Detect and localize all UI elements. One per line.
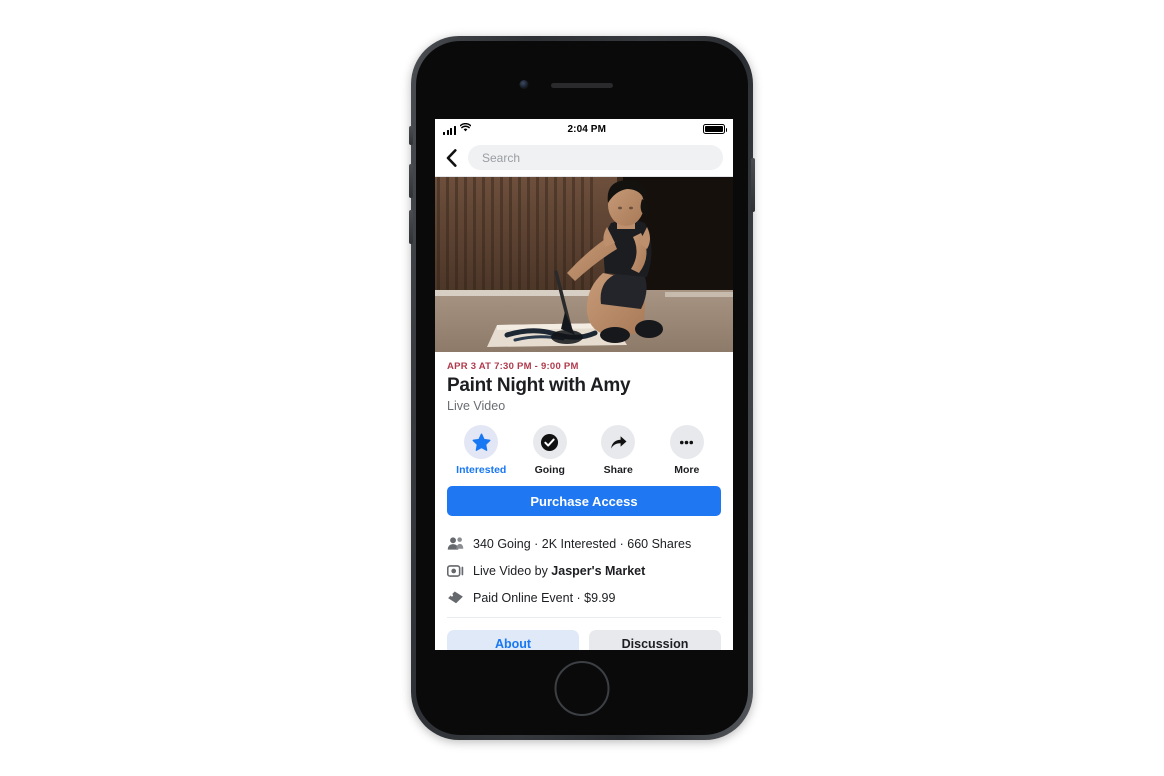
phone-device: 2:04 PM Search APR 3 AT 7:30 PM - 9:00 P… <box>409 36 755 740</box>
interested-button[interactable]: Interested <box>447 425 516 476</box>
status-bar-time: 2:04 PM <box>567 123 606 135</box>
event-details: APR 3 AT 7:30 PM - 9:00 PM Paint Night w… <box>435 361 733 650</box>
event-cover-photo <box>435 177 733 352</box>
people-group-icon <box>447 535 464 552</box>
page-stage: 2:04 PM Search APR 3 AT 7:30 PM - 9:00 P… <box>0 0 1164 776</box>
tab-discussion[interactable]: Discussion <box>589 630 721 650</box>
share-label: Share <box>603 464 633 476</box>
going-label: Going <box>534 464 565 476</box>
going-button[interactable]: Going <box>516 425 585 476</box>
more-label: More <box>674 464 700 476</box>
front-camera-icon <box>519 80 529 89</box>
cover-illustration <box>435 177 733 352</box>
event-subtitle: Live Video <box>447 399 506 413</box>
star-icon <box>464 425 499 459</box>
interested-label: Interested <box>456 464 507 476</box>
cellular-signal-icon <box>443 126 456 135</box>
status-bar: 2:04 PM <box>435 119 733 139</box>
status-bar-right <box>703 124 727 134</box>
check-circle-icon <box>532 425 567 459</box>
host-info-row: Live Video by Jasper's Market <box>447 557 721 584</box>
more-button[interactable]: More <box>653 425 722 476</box>
phone-screen: 2:04 PM Search APR 3 AT 7:30 PM - 9:00 P… <box>435 119 733 650</box>
live-video-icon <box>447 562 464 579</box>
attendance-text: 340 Going · 2K Interested · 660 Shares <box>473 536 692 551</box>
event-date: APR 3 AT 7:30 PM - 9:00 PM <box>447 361 579 372</box>
host-name: Jasper's Market <box>551 563 646 578</box>
event-action-row: Interested Going Share More <box>447 425 721 486</box>
page-title: Paint Night with Amy <box>447 375 631 396</box>
share-arrow-icon <box>601 425 636 459</box>
back-chevron-icon[interactable] <box>443 148 459 168</box>
power-button[interactable] <box>751 158 755 212</box>
wifi-icon <box>459 122 471 135</box>
price-info-row: Paid Online Event · $9.99 <box>447 584 721 611</box>
attendance-info-row: 340 Going · 2K Interested · 660 Shares <box>447 530 721 557</box>
event-tab-chips: About Discussion <box>447 617 721 650</box>
volume-down-button[interactable] <box>409 210 413 244</box>
tab-about[interactable]: About <box>447 630 579 650</box>
purchase-access-button[interactable]: Purchase Access <box>447 486 721 516</box>
search-input[interactable]: Search <box>468 145 723 170</box>
volume-up-button[interactable] <box>409 164 413 198</box>
navigation-bar: Search <box>435 139 733 177</box>
share-button[interactable]: Share <box>584 425 653 476</box>
status-bar-left <box>443 122 471 135</box>
home-button[interactable] <box>554 661 610 716</box>
earpiece-speaker <box>551 83 613 88</box>
ticket-icon <box>447 589 464 606</box>
host-text: Live Video by Jasper's Market <box>473 564 645 578</box>
ellipsis-icon <box>669 425 704 459</box>
battery-full-icon <box>703 124 727 134</box>
price-text: Paid Online Event · $9.99 <box>473 590 616 605</box>
mute-switch[interactable] <box>409 126 413 145</box>
host-prefix: Live Video by <box>473 563 552 578</box>
